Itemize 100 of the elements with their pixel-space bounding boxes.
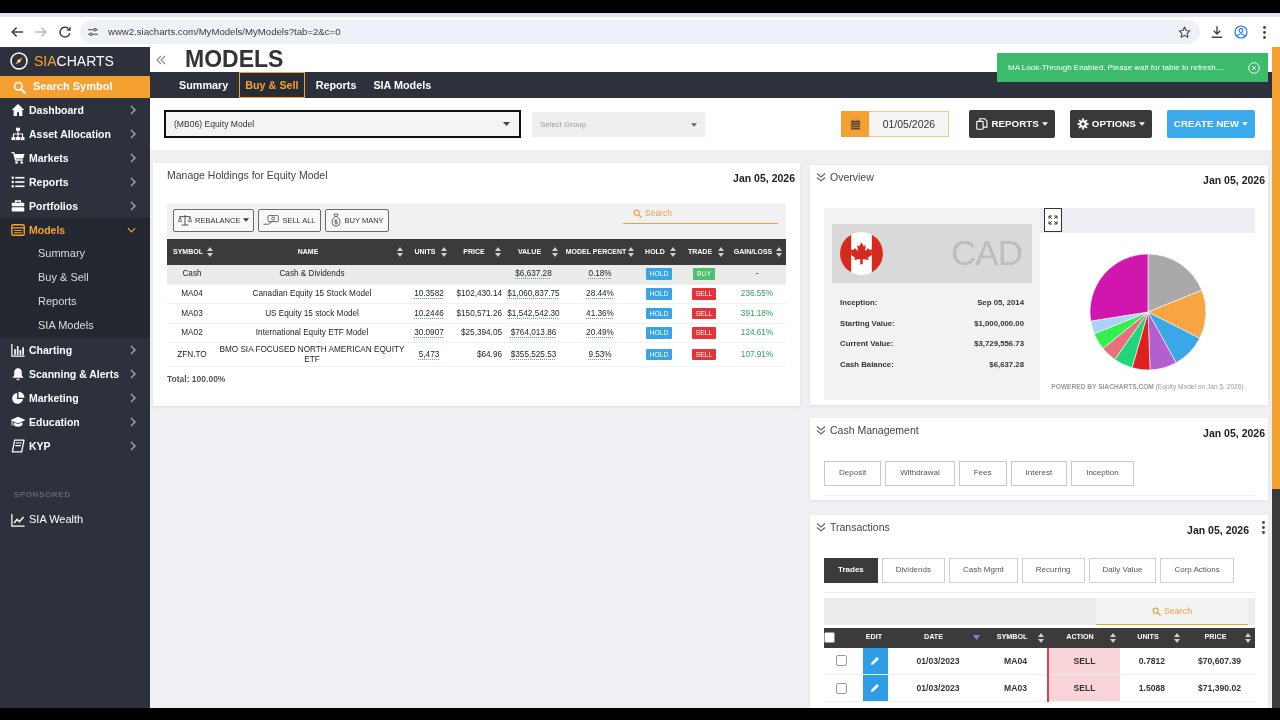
sidebar-item[interactable]: KYP xyxy=(0,434,150,458)
expand-button[interactable] xyxy=(1044,207,1062,232)
cash-action-button[interactable]: Fees xyxy=(958,460,1007,486)
double-chevron-icon[interactable] xyxy=(816,425,826,436)
table-cell: 124.61% xyxy=(728,323,786,343)
chevron-down-icon[interactable] xyxy=(127,227,136,233)
sort-icon[interactable] xyxy=(1110,632,1116,643)
search-field[interactable]: Search xyxy=(623,202,778,224)
table-cell: 107.91% xyxy=(728,342,786,367)
more-icon[interactable] xyxy=(1262,521,1265,534)
sort-icon[interactable] xyxy=(552,246,558,257)
transaction-tab[interactable]: Cash Mgmt xyxy=(948,557,1018,583)
page-tab[interactable]: SIA Models xyxy=(367,72,438,98)
sidebar-item[interactable]: Education xyxy=(0,410,150,434)
collapse-icon[interactable] xyxy=(156,54,166,65)
money-bag-icon xyxy=(329,213,342,228)
site-settings-icon[interactable] xyxy=(87,26,99,38)
table-cell: $355,525.53 xyxy=(505,342,562,367)
panel-title: Transactions xyxy=(830,521,890,534)
row-checkbox[interactable] xyxy=(835,655,847,667)
submenu-item[interactable]: Buy & Sell xyxy=(0,266,150,290)
page-tab[interactable]: Buy & Sell xyxy=(239,72,305,98)
chevron-right-icon[interactable] xyxy=(130,369,136,379)
transaction-tab[interactable]: Corp Actions xyxy=(1160,557,1234,583)
chevron-right-icon[interactable] xyxy=(130,105,136,115)
submenu-item[interactable]: SIA Models xyxy=(0,314,150,338)
pencil-icon xyxy=(870,655,880,666)
compass-icon[interactable] xyxy=(10,52,28,70)
address-bar[interactable]: www2.siacharts.com/MyModels/MyModels?tab=2&c=0 xyxy=(80,20,1200,44)
table-cell: $71,390.02 xyxy=(1184,674,1255,702)
table-cell: $25,394.05 xyxy=(451,323,505,343)
caret-icon xyxy=(1041,122,1048,126)
cash-action-button[interactable]: Inception xyxy=(1071,460,1134,486)
page-tab[interactable]: Summary xyxy=(173,72,235,98)
toolbar-button[interactable]: REPORTS xyxy=(969,110,1055,138)
table-cell: $6,637.28 xyxy=(505,264,562,285)
sidebar-item[interactable]: SIA Wealth xyxy=(0,508,150,532)
sidebar-item[interactable]: Dashboard xyxy=(0,98,150,122)
sort-icon[interactable] xyxy=(718,246,724,257)
scrollbar-thumb[interactable] xyxy=(1272,47,1280,489)
table-cell: MA04 xyxy=(167,284,217,304)
back-arrow-icon[interactable] xyxy=(10,25,24,39)
sidebar-item[interactable]: Reports xyxy=(0,170,150,194)
cash-action-button[interactable]: Deposit xyxy=(824,460,882,486)
chevron-right-icon[interactable] xyxy=(130,129,136,139)
double-chevron-icon[interactable] xyxy=(816,172,826,183)
sidebar-item[interactable]: Asset Allocation xyxy=(0,122,150,146)
sort-icon[interactable] xyxy=(1038,632,1044,643)
page-tab[interactable]: Reports xyxy=(309,72,363,98)
transaction-tab[interactable]: Trades xyxy=(824,557,878,583)
chevron-right-icon[interactable] xyxy=(130,201,136,211)
chevron-right-icon[interactable] xyxy=(130,417,136,427)
double-chevron-icon[interactable] xyxy=(816,522,826,533)
logo-text[interactable]: SIACHARTS xyxy=(34,52,114,70)
submenu-item[interactable]: Reports xyxy=(0,290,150,314)
table-cell: 1.5088 xyxy=(1120,674,1184,702)
reload-icon[interactable] xyxy=(58,25,72,39)
sort-icon[interactable] xyxy=(1174,632,1180,643)
sort-icon[interactable] xyxy=(670,246,676,257)
transaction-tab[interactable]: Daily Value xyxy=(1088,557,1157,583)
sort-icon[interactable] xyxy=(776,246,782,257)
transaction-tab[interactable]: Dividends xyxy=(881,557,945,583)
sidebar-item[interactable]: Portfolios xyxy=(0,194,150,218)
sidebar-item[interactable]: Marketing xyxy=(0,386,150,410)
cash-action-button[interactable]: Withdrawal xyxy=(885,460,955,486)
star-icon[interactable] xyxy=(1178,25,1191,39)
transaction-tab[interactable]: Recurring xyxy=(1021,557,1085,583)
sort-icon[interactable] xyxy=(207,246,213,257)
total-text: Total: 100.00% xyxy=(167,373,227,385)
panel-date: Jan 05, 2026 xyxy=(1203,427,1265,440)
sidebar-item[interactable]: Charting xyxy=(0,338,150,362)
chevron-right-icon[interactable] xyxy=(130,153,136,163)
profile-icon[interactable] xyxy=(1234,25,1248,39)
toolbar-button[interactable]: OPTIONS xyxy=(1069,110,1152,138)
briefcase-icon xyxy=(10,199,26,213)
chevron-right-icon[interactable] xyxy=(130,177,136,187)
sort-icon[interactable] xyxy=(628,246,634,257)
select-all-checkbox[interactable] xyxy=(824,632,835,644)
model-select[interactable]: (MB06) Equity Model xyxy=(164,110,521,138)
sort-icon[interactable] xyxy=(1245,632,1251,643)
sort-icon[interactable] xyxy=(495,246,501,257)
sort-icon[interactable] xyxy=(441,246,447,257)
search-field[interactable]: Search xyxy=(1096,597,1248,625)
sidebar-item[interactable]: Models xyxy=(0,218,150,242)
sidebar-item[interactable]: Scanning & Alerts xyxy=(0,362,150,386)
date-field[interactable]: 01/05/2026 xyxy=(869,111,950,137)
submenu-item[interactable]: Summary xyxy=(0,242,150,266)
cash-action-button[interactable]: Interest xyxy=(1010,460,1068,486)
chevron-right-icon[interactable] xyxy=(130,393,136,403)
download-icon[interactable] xyxy=(1210,25,1224,39)
more-icon[interactable] xyxy=(1263,25,1266,39)
calendar-button[interactable] xyxy=(841,111,870,137)
chevron-right-icon[interactable] xyxy=(130,345,136,355)
chevron-right-icon[interactable] xyxy=(130,441,136,451)
row-checkbox[interactable] xyxy=(835,682,847,694)
sidebar-item[interactable]: Markets xyxy=(0,146,150,170)
edit-button[interactable] xyxy=(862,647,888,674)
book-icon xyxy=(10,439,26,453)
sort-descending-icon[interactable] xyxy=(973,635,980,641)
sort-icon[interactable] xyxy=(397,246,403,257)
